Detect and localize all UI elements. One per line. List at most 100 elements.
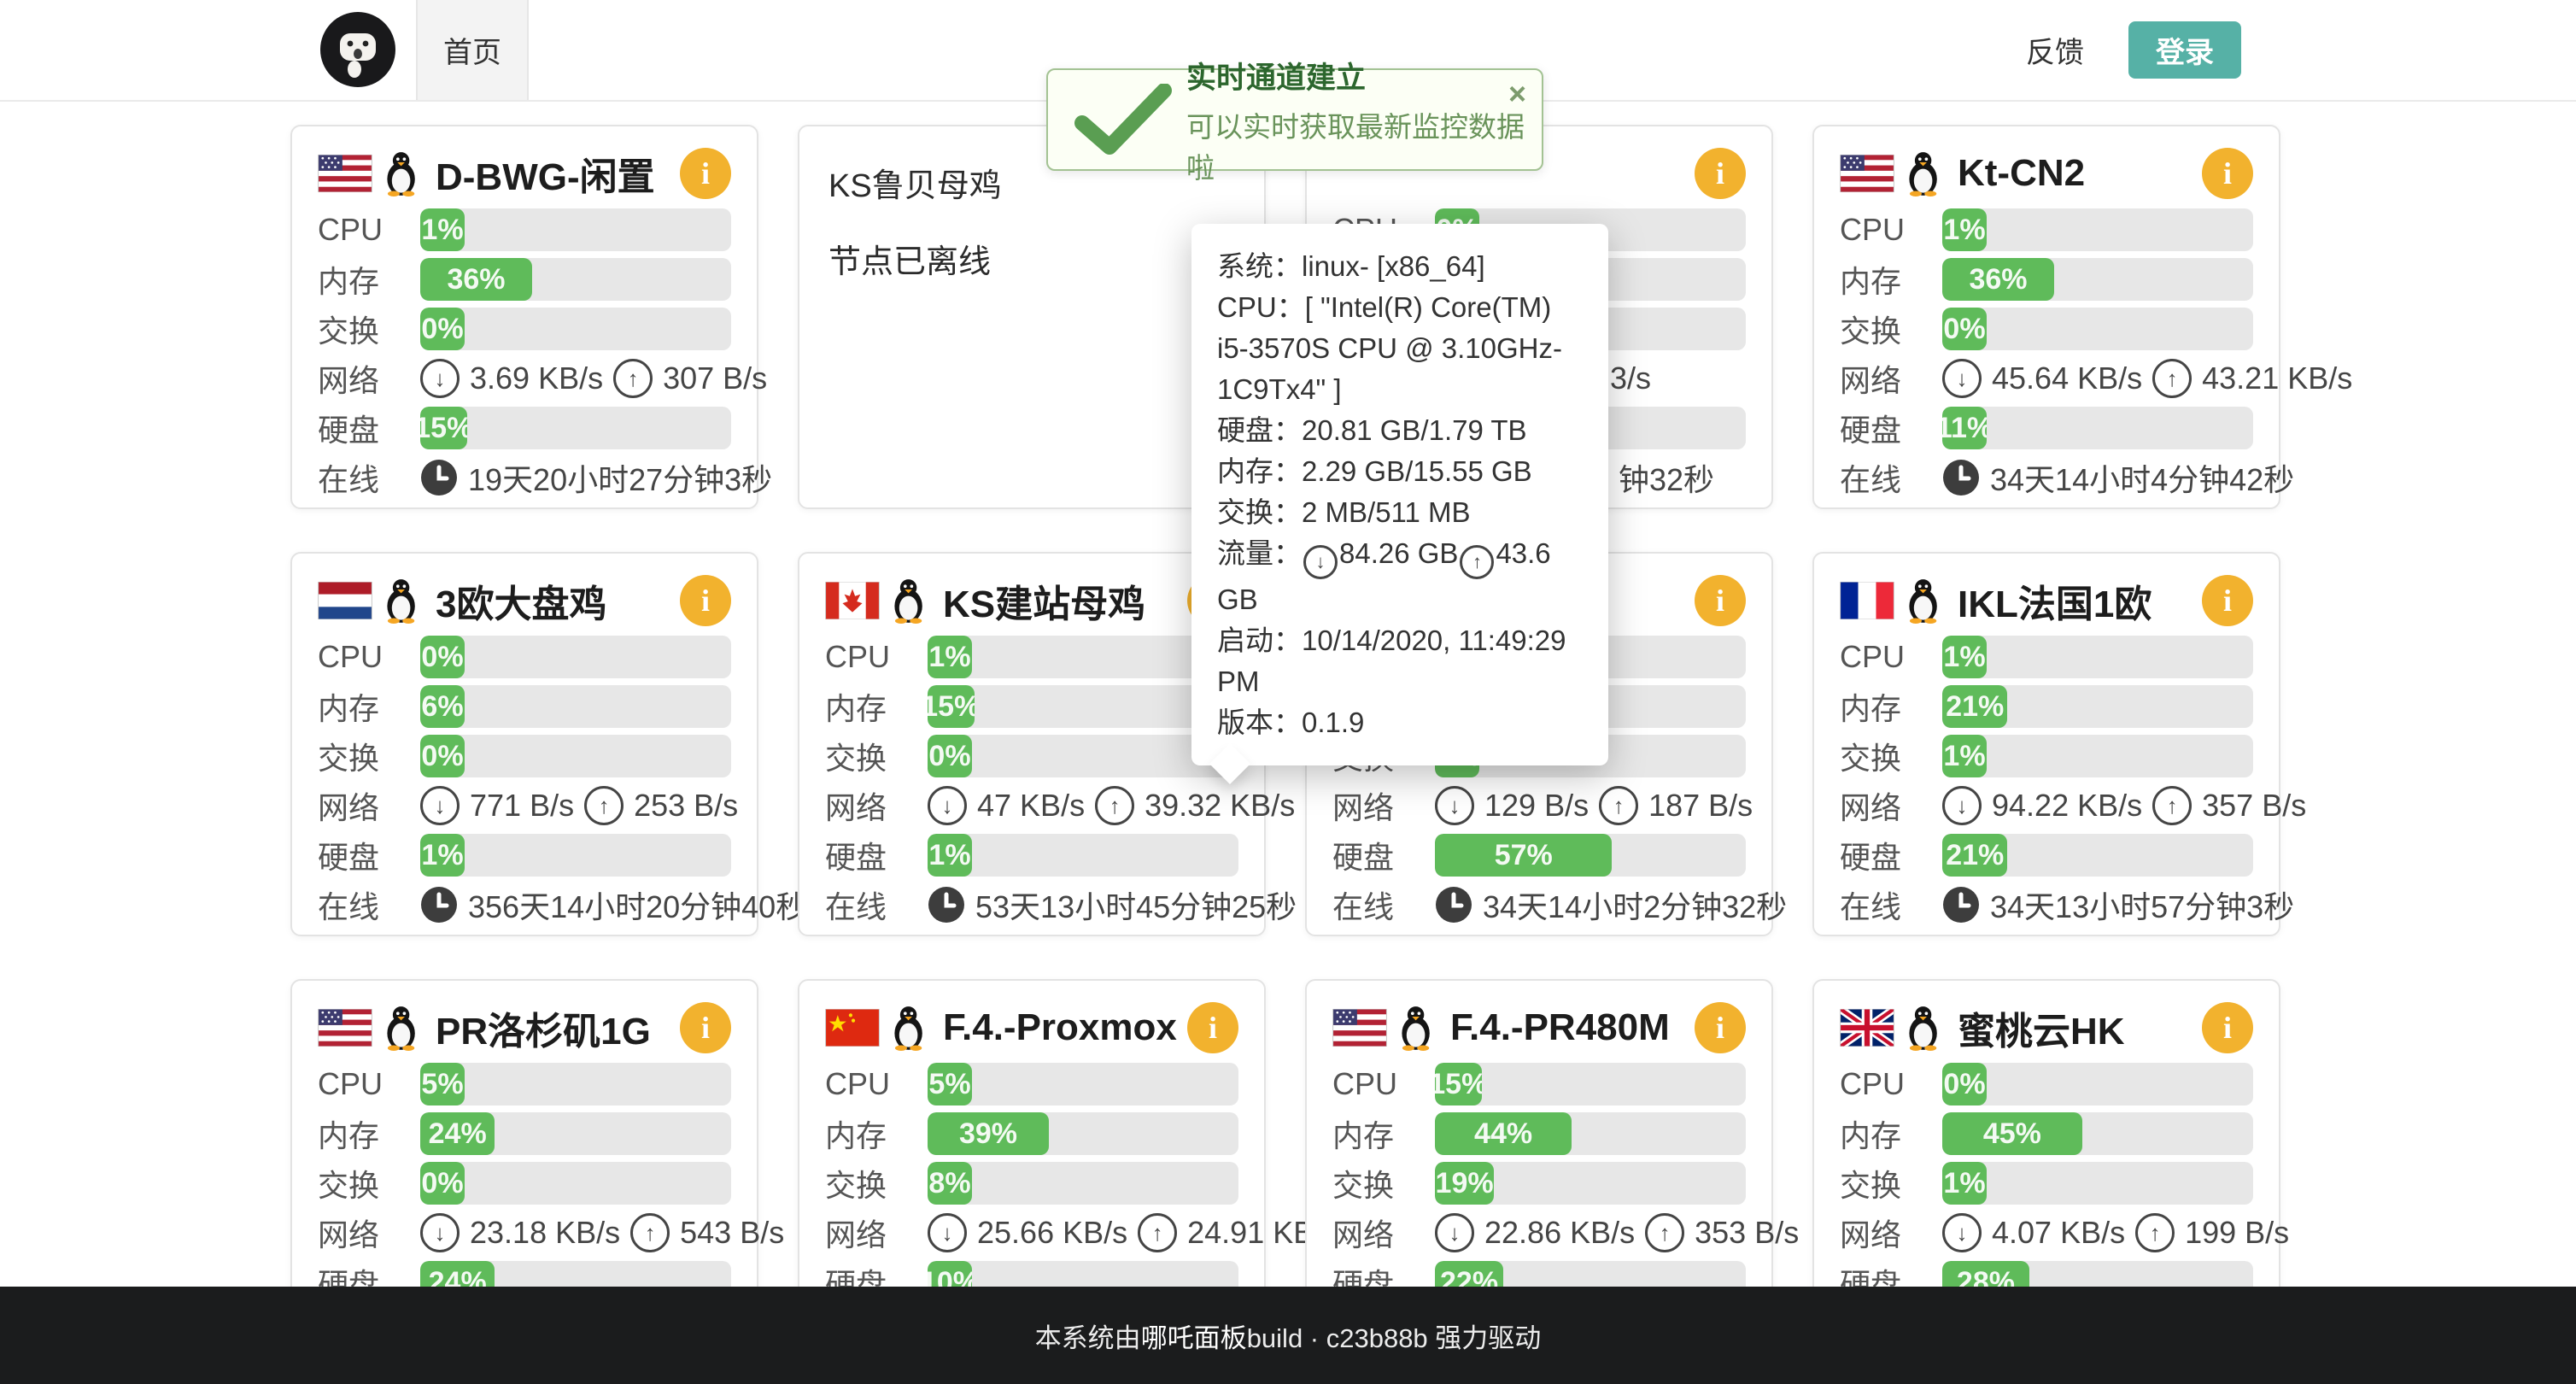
- server-card-header: F.4.-Proxmoxi: [825, 1000, 1238, 1056]
- server-name: 3欧大盘鸡: [436, 573, 606, 628]
- uptime-label: 在线: [318, 883, 420, 927]
- disk-bar-track: 1%: [420, 834, 731, 877]
- download-arrow-icon: ↓: [420, 1213, 460, 1252]
- disk-label: 硬盘: [1840, 833, 1942, 877]
- cpu-bar-track: 15%: [1435, 1063, 1746, 1105]
- swap-row: 交换0%: [318, 1162, 731, 1205]
- mem-bar-track: 45%: [1942, 1112, 2253, 1155]
- download-arrow-icon: ↓: [928, 786, 967, 825]
- info-icon[interactable]: i: [1695, 575, 1746, 626]
- swap-bar-track: 0%: [1942, 308, 2253, 350]
- info-icon[interactable]: i: [2202, 1002, 2253, 1053]
- mem-row: 内存36%: [318, 258, 731, 301]
- swap-bar-track: 8%: [928, 1162, 1238, 1205]
- cpu-bar-track: 5%: [420, 1063, 731, 1105]
- tooltip-row-1: CPU：[ "Intel(R) Core(TM) i5-3570S CPU @ …: [1217, 287, 1583, 410]
- uptime-text: 34天14小时2分钟32秒: [1483, 883, 1787, 927]
- info-icon[interactable]: i: [680, 1002, 731, 1053]
- disk-bar-fill: 21%: [1942, 834, 2007, 877]
- server-name: KS建站母鸡: [943, 573, 1145, 628]
- linux-os-icon: [1397, 1005, 1437, 1051]
- flag-cn-icon: [825, 1009, 880, 1047]
- network-row: 网络↓22.86 KB/s↑353 B/s: [1332, 1211, 1746, 1254]
- uptime-text: 19天20小时27分钟3秒: [468, 455, 772, 500]
- server-name: IKL法国1欧: [1958, 573, 2152, 628]
- download-speed: 23.18 KB/s: [470, 1215, 620, 1251]
- login-button[interactable]: 登录: [2128, 21, 2241, 79]
- info-icon[interactable]: i: [1695, 148, 1746, 199]
- server-name: 蜜桃云HK: [1958, 1000, 2125, 1055]
- mem-bar-track: 24%: [420, 1112, 731, 1155]
- disk-bar-track: 1%: [928, 834, 1238, 877]
- linux-os-icon: [1905, 1005, 1944, 1051]
- mem-bar-fill: 36%: [1942, 258, 2054, 301]
- disk-label: 硬盘: [825, 833, 928, 877]
- cpu-bar-track: 0%: [1942, 1063, 2253, 1105]
- server-name: F.4.-Proxmox: [943, 1006, 1177, 1049]
- cpu-row: CPU0%: [1840, 1063, 2253, 1105]
- tooltip-row-label: 硬盘：: [1217, 414, 1302, 446]
- feedback-link[interactable]: 反馈: [2012, 0, 2098, 100]
- linux-os-icon: [890, 1005, 929, 1051]
- download-arrow-icon: ↓: [420, 786, 460, 825]
- linux-os-icon: [1905, 150, 1944, 196]
- server-card-header: Kt-CN2 i: [1840, 145, 2253, 202]
- cpu-bar-fill: 5%: [928, 1063, 972, 1105]
- info-icon[interactable]: i: [680, 575, 731, 626]
- flag-ca-icon: [825, 582, 880, 619]
- upload-arrow-icon: ↑: [1138, 1213, 1177, 1252]
- swap-row: 交换8%: [825, 1162, 1238, 1205]
- mem-bar-track: 36%: [420, 258, 731, 301]
- tooltip-row-label: 流量：: [1217, 537, 1302, 569]
- site-logo[interactable]: [319, 11, 396, 88]
- cpu-row: CPU1%: [318, 208, 731, 251]
- server-card-header: 3欧大盘鸡 i: [318, 572, 731, 629]
- linux-os-icon: [890, 578, 929, 624]
- mem-label: 内存: [1332, 1111, 1435, 1156]
- mem-row: 内存6%: [318, 685, 731, 728]
- upload-speed: 199 B/s: [2185, 1215, 2289, 1251]
- success-check-icon: [1072, 84, 1174, 155]
- mem-bar-track: 6%: [420, 685, 731, 728]
- tab-home[interactable]: 首页: [416, 0, 529, 100]
- cpu-row: CPU5%: [825, 1063, 1238, 1105]
- disk-row: 硬盘57%: [1332, 834, 1746, 877]
- swap-label: 交换: [1840, 1161, 1942, 1205]
- disk-bar-track: 11%: [1942, 407, 2253, 449]
- realtime-toast: 实时通道建立 可以实时获取最新监控数据啦 ×: [1046, 68, 1543, 171]
- disk-bar-fill: 1%: [928, 834, 972, 877]
- info-icon[interactable]: i: [2202, 148, 2253, 199]
- tooltip-row-3: 内存：2.29 GB/15.55 GB: [1217, 451, 1583, 492]
- download-arrow-icon: ↓: [420, 359, 460, 398]
- network-row: 网络↓47 KB/s↑39.32 KB/s: [825, 784, 1238, 827]
- info-icon[interactable]: i: [2202, 575, 2253, 626]
- uptime-label: 在线: [318, 455, 420, 500]
- info-icon[interactable]: i: [1695, 1002, 1746, 1053]
- network-row: 网络↓4.07 KB/s↑199 B/s: [1840, 1211, 2253, 1254]
- cpu-bar-fill: 1%: [420, 208, 465, 251]
- tooltip-row-label: CPU：: [1217, 291, 1305, 323]
- upload-arrow-icon: ↑: [584, 786, 624, 825]
- toast-close-icon[interactable]: ×: [1508, 79, 1526, 109]
- cpu-row: CPU5%: [318, 1063, 731, 1105]
- server-name: Kt-CN2: [1958, 152, 2085, 195]
- footer-panel-link[interactable]: 哪吒面板: [1141, 1317, 1247, 1355]
- disk-bar-track: 15%: [420, 407, 731, 449]
- disk-label: 硬盘: [318, 833, 420, 877]
- cpu-bar-fill: 0%: [1942, 1063, 1987, 1105]
- cpu-bar-fill: 1%: [1942, 636, 1987, 678]
- network-row: 网络↓94.22 KB/s↑357 B/s: [1840, 784, 2253, 827]
- network-value: ↓4.07 KB/s↑199 B/s: [1942, 1213, 2289, 1252]
- clock-icon: [928, 886, 965, 924]
- server-card-4: 3欧大盘鸡iCPU0%内存6%交换0%网络↓771 B/s↑253 B/s硬盘1…: [290, 552, 758, 936]
- server-name: F.4.-PR480M: [1450, 1006, 1670, 1049]
- info-icon[interactable]: i: [1187, 1002, 1238, 1053]
- network-label: 网络: [1332, 783, 1435, 828]
- disk-bar-track: 57%: [1435, 834, 1746, 877]
- uptime-row: 在线34天14小时4分钟42秒: [1840, 456, 2253, 499]
- upload-arrow-icon: ↑: [2152, 786, 2192, 825]
- tooltip-row-7: 版本：0.1.9: [1217, 702, 1583, 743]
- info-icon[interactable]: i: [680, 148, 731, 199]
- mem-bar-fill: 6%: [420, 685, 465, 728]
- uptime-label: 在线: [825, 883, 928, 927]
